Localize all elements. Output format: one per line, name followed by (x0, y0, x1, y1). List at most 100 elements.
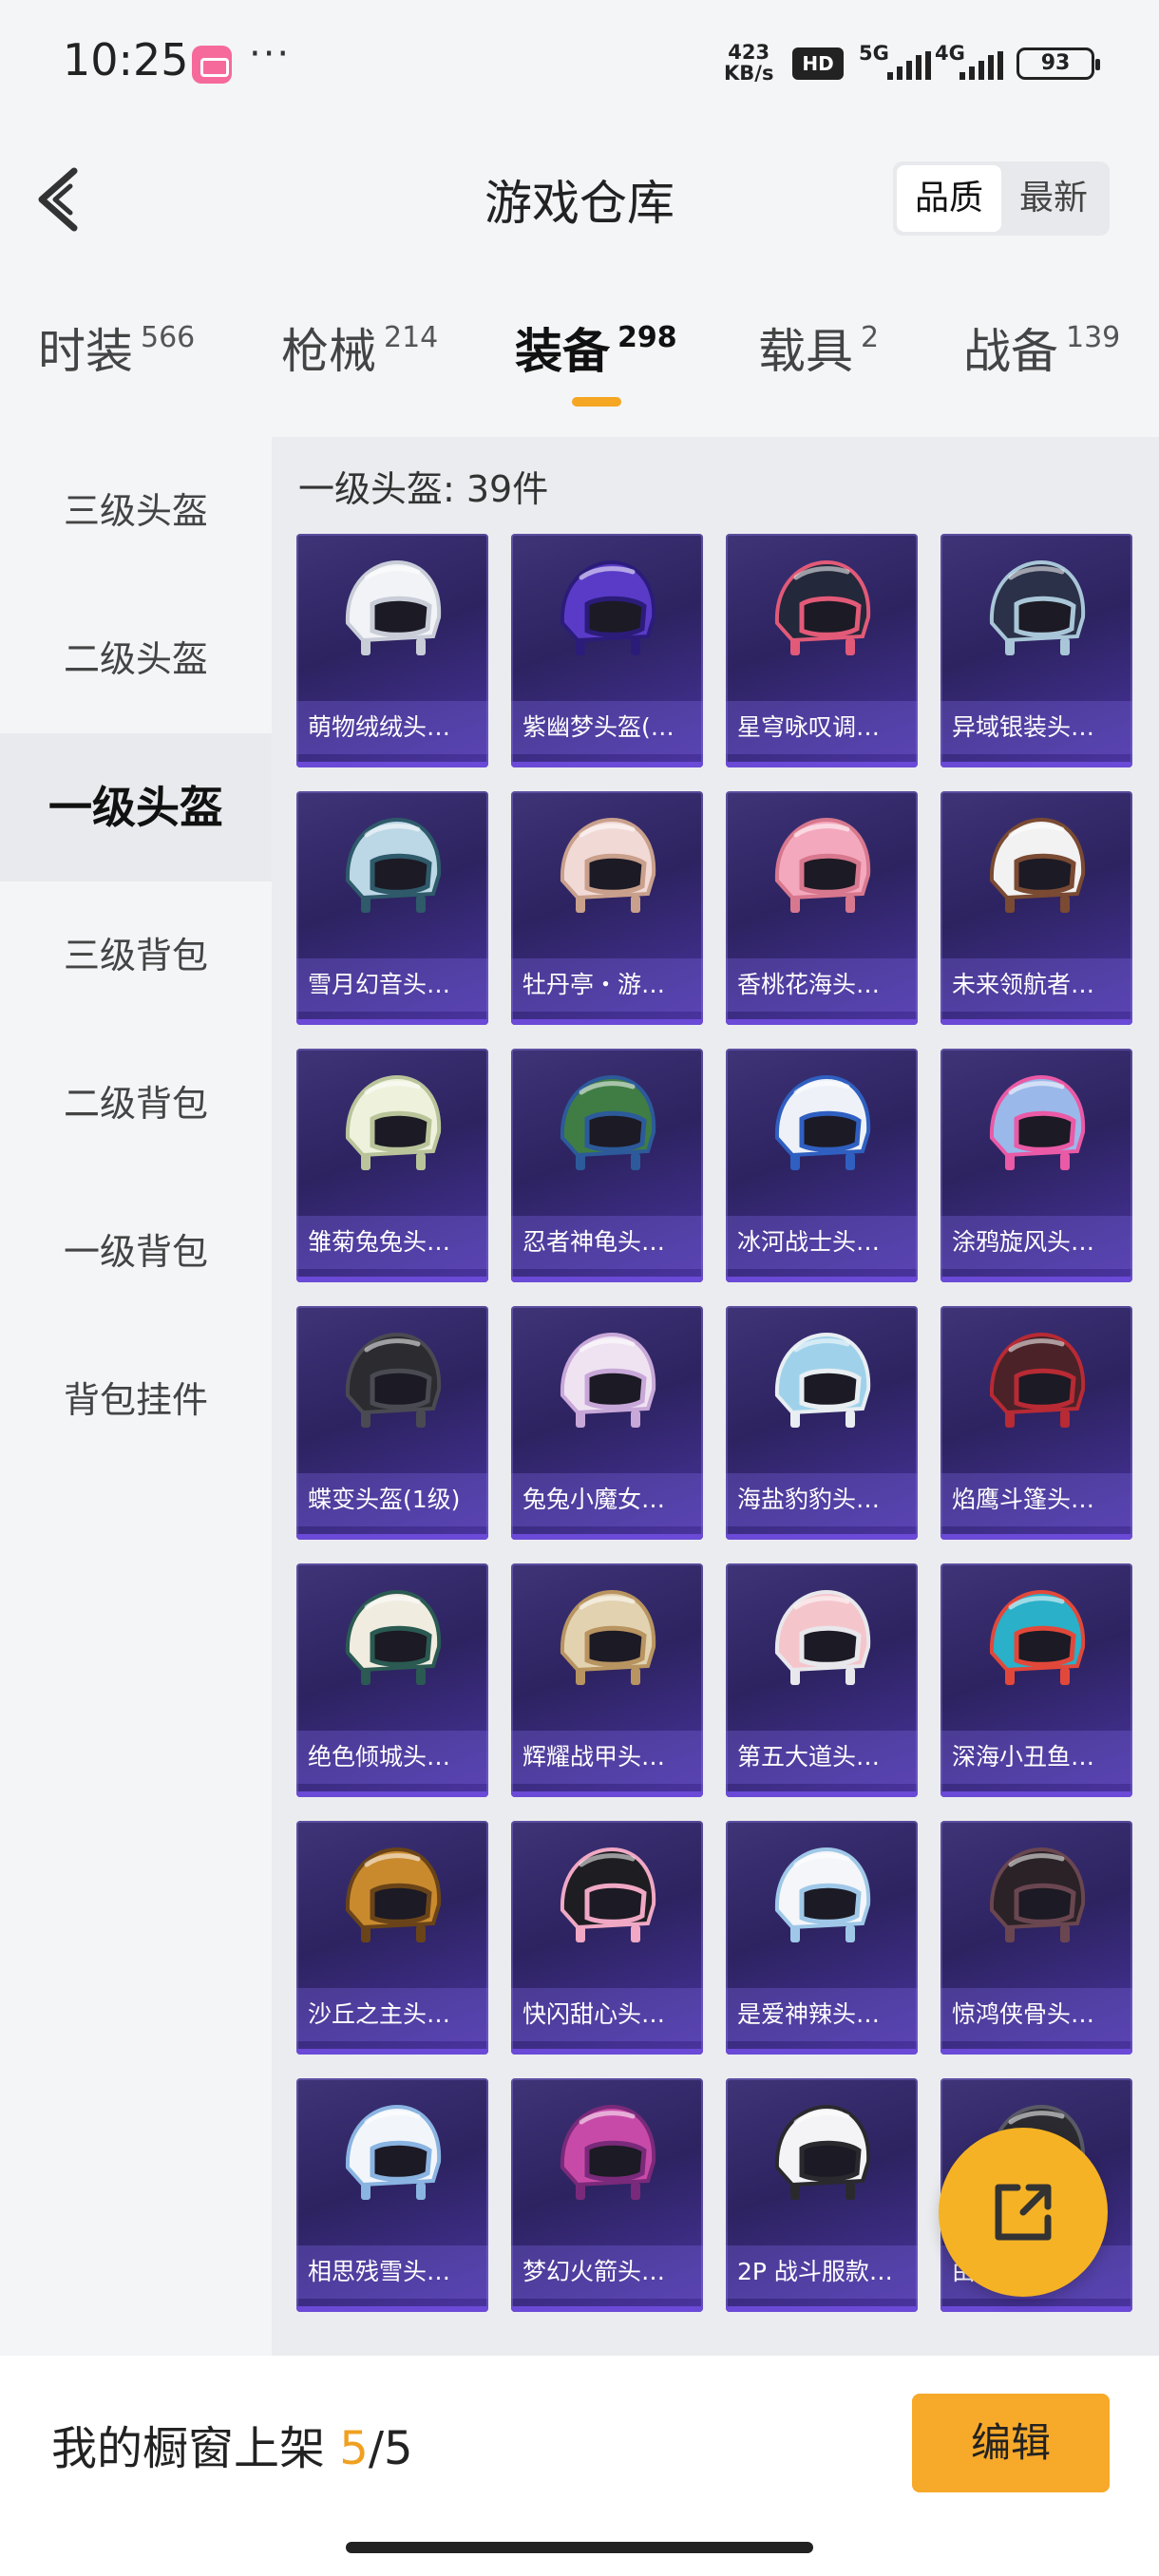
battery-icon: 93 (1016, 47, 1100, 80)
item-grid-panel: 一级头盔: 39件 萌物绒绒头… 紫幽梦头盔(… 星穹咏叹调… 异域银装头… 雪月幻音头… (272, 437, 1159, 2356)
helmet-item-card[interactable]: 紫幽梦头盔(… (511, 534, 703, 767)
helmet-item-name: 绝色倾城头… (296, 1731, 488, 1784)
helmet-item-card[interactable]: 相思残雪头… (296, 2078, 488, 2312)
showcase-current: 5 (339, 2422, 369, 2475)
helmet-item-card[interactable]: 牡丹亭・游… (511, 791, 703, 1025)
helmet-item-card[interactable]: 星穹咏叹调… (726, 534, 918, 767)
helmet-item-name: 2P 战斗服款… (726, 2245, 918, 2299)
sim1-label: 5G (859, 42, 889, 65)
helmet-icon (774, 1074, 871, 1170)
bottom-bar: 我的橱窗上架 5/5 编辑 (0, 2356, 1159, 2576)
side-item-level2-helmet[interactable]: 二级头盔 (0, 585, 272, 733)
tab-firearms[interactable]: 枪械 214 (281, 313, 438, 382)
helmet-item-card[interactable]: 2P 战斗服款… (726, 2078, 918, 2312)
side-item-level1-helmet[interactable]: 一级头盔 (0, 733, 272, 881)
signal-4g-icon (960, 51, 1003, 80)
helmet-item-name: 深海小丑鱼… (940, 1731, 1132, 1784)
helmet-icon (560, 1589, 656, 1685)
side-item-level1-backpack[interactable]: 一级背包 (0, 1178, 272, 1326)
helmet-item-card[interactable]: 雪月幻音头… (296, 791, 488, 1025)
helmet-icon (989, 1074, 1086, 1170)
helmet-item-name: 牡丹亭・游… (511, 958, 703, 1012)
helmet-item-card[interactable]: 香桃花海头… (726, 791, 918, 1025)
helmet-item-card[interactable]: 惊鸿侠骨头… (940, 1821, 1132, 2055)
helmet-item-name: 蝶变头盔(1级) (296, 1473, 488, 1526)
tab-count: 2 (861, 321, 880, 354)
share-icon (995, 2184, 1052, 2241)
helmet-item-card[interactable]: 快闪甜心头… (511, 1821, 703, 2055)
side-item-level3-helmet[interactable]: 三级头盔 (0, 437, 272, 585)
home-indicator (346, 2542, 813, 2553)
helmet-item-name: 萌物绒绒头… (296, 701, 488, 754)
helmet-item-name: 雪月幻音头… (296, 958, 488, 1012)
helmet-item-card[interactable]: 绝色倾城头… (296, 1563, 488, 1797)
helmet-item-card[interactable]: 第五大道头… (726, 1563, 918, 1797)
network-speed: 423 KB/s (724, 42, 773, 84)
helmet-item-card[interactable]: 蝶变头盔(1级) (296, 1306, 488, 1540)
status-time: 10:25 (63, 34, 189, 85)
helmet-item-card[interactable]: 涂鸦旋风头… (940, 1049, 1132, 1282)
helmet-item-name: 异域银装头… (940, 701, 1132, 754)
helmet-item-card[interactable]: 冰河战士头… (726, 1049, 918, 1282)
helmet-icon (345, 1074, 442, 1170)
back-button[interactable] (28, 161, 95, 237)
helmet-icon (560, 2104, 656, 2200)
helmet-item-card[interactable]: 未来领航者… (940, 791, 1132, 1025)
helmet-item-card[interactable]: 异域银装头… (940, 534, 1132, 767)
tab-tactical-gear[interactable]: 战备 139 (963, 313, 1120, 382)
helmet-item-card[interactable]: 焰鹰斗篷头… (940, 1306, 1132, 1540)
helmet-icon (560, 1847, 656, 1942)
tab-fashion[interactable]: 时装 566 (38, 313, 195, 382)
side-item-level2-backpack[interactable]: 二级背包 (0, 1030, 272, 1178)
tab-equipment[interactable]: 装备 298 (515, 313, 677, 382)
helmet-item-card[interactable]: 雏菊兔兔头… (296, 1049, 488, 1282)
helmet-icon (989, 1847, 1086, 1942)
signal-5g-icon (887, 51, 931, 80)
helmet-item-name: 辉耀战甲头… (511, 1731, 703, 1784)
helmet-item-name: 沙丘之主头… (296, 1988, 488, 2041)
helmet-item-card[interactable]: 忍者神龟头… (511, 1049, 703, 1282)
helmet-icon (774, 559, 871, 655)
helmet-icon (560, 1074, 656, 1170)
helmet-item-name: 相思残雪头… (296, 2245, 488, 2299)
helmet-icon (345, 559, 442, 655)
share-button[interactable] (939, 2128, 1108, 2297)
hd-voice-icon: HD (792, 47, 844, 80)
bilibili-app-icon (192, 46, 232, 84)
helmet-item-name: 快闪甜心头… (511, 1988, 703, 2041)
helmet-icon (560, 1332, 656, 1428)
helmet-icon (989, 1589, 1086, 1685)
tab-count: 566 (141, 321, 196, 354)
showcase-separator: / (368, 2422, 384, 2475)
status-bar: 10:25 ··· 423 KB/s HD 5G 4G 93 (0, 0, 1159, 128)
tab-count: 139 (1066, 321, 1121, 354)
helmet-icon (989, 1332, 1086, 1428)
helmet-item-card[interactable]: 海盐豹豹头… (726, 1306, 918, 1540)
helmet-icon (989, 817, 1086, 913)
tab-vehicles[interactable]: 载具 2 (758, 313, 879, 382)
helmet-icon (345, 1589, 442, 1685)
network-speed-value: 423 (728, 41, 770, 64)
helmet-icon (774, 1589, 871, 1685)
helmet-icon (345, 1847, 442, 1942)
helmet-item-card[interactable]: 萌物绒绒头… (296, 534, 488, 767)
showcase-status: 我的橱窗上架 5/5 (51, 2411, 413, 2477)
helmet-icon (560, 817, 656, 913)
showcase-total: 5 (383, 2422, 413, 2475)
side-item-level3-backpack[interactable]: 三级背包 (0, 881, 272, 1030)
helmet-item-card[interactable]: 梦幻火箭头… (511, 2078, 703, 2312)
tab-label: 战备 (963, 324, 1058, 379)
helmet-item-card[interactable]: 深海小丑鱼… (940, 1563, 1132, 1797)
helmet-item-card[interactable]: 是爱神辣头… (726, 1821, 918, 2055)
helmet-item-card[interactable]: 兔兔小魔女… (511, 1306, 703, 1540)
edit-button[interactable]: 编辑 (912, 2394, 1110, 2492)
helmet-item-card[interactable]: 辉耀战甲头… (511, 1563, 703, 1797)
side-item-backpack-charm[interactable]: 背包挂件 (0, 1326, 272, 1474)
sort-by-quality[interactable]: 品质 (897, 165, 1001, 232)
helmet-item-name: 紫幽梦头盔(… (511, 701, 703, 754)
helmet-item-name: 焰鹰斗篷头… (940, 1473, 1132, 1526)
helmet-item-name: 雏菊兔兔头… (296, 1216, 488, 1269)
helmet-item-card[interactable]: 沙丘之主头… (296, 1821, 488, 2055)
sort-by-newest[interactable]: 最新 (1001, 165, 1106, 232)
chevron-left-icon (38, 167, 78, 232)
